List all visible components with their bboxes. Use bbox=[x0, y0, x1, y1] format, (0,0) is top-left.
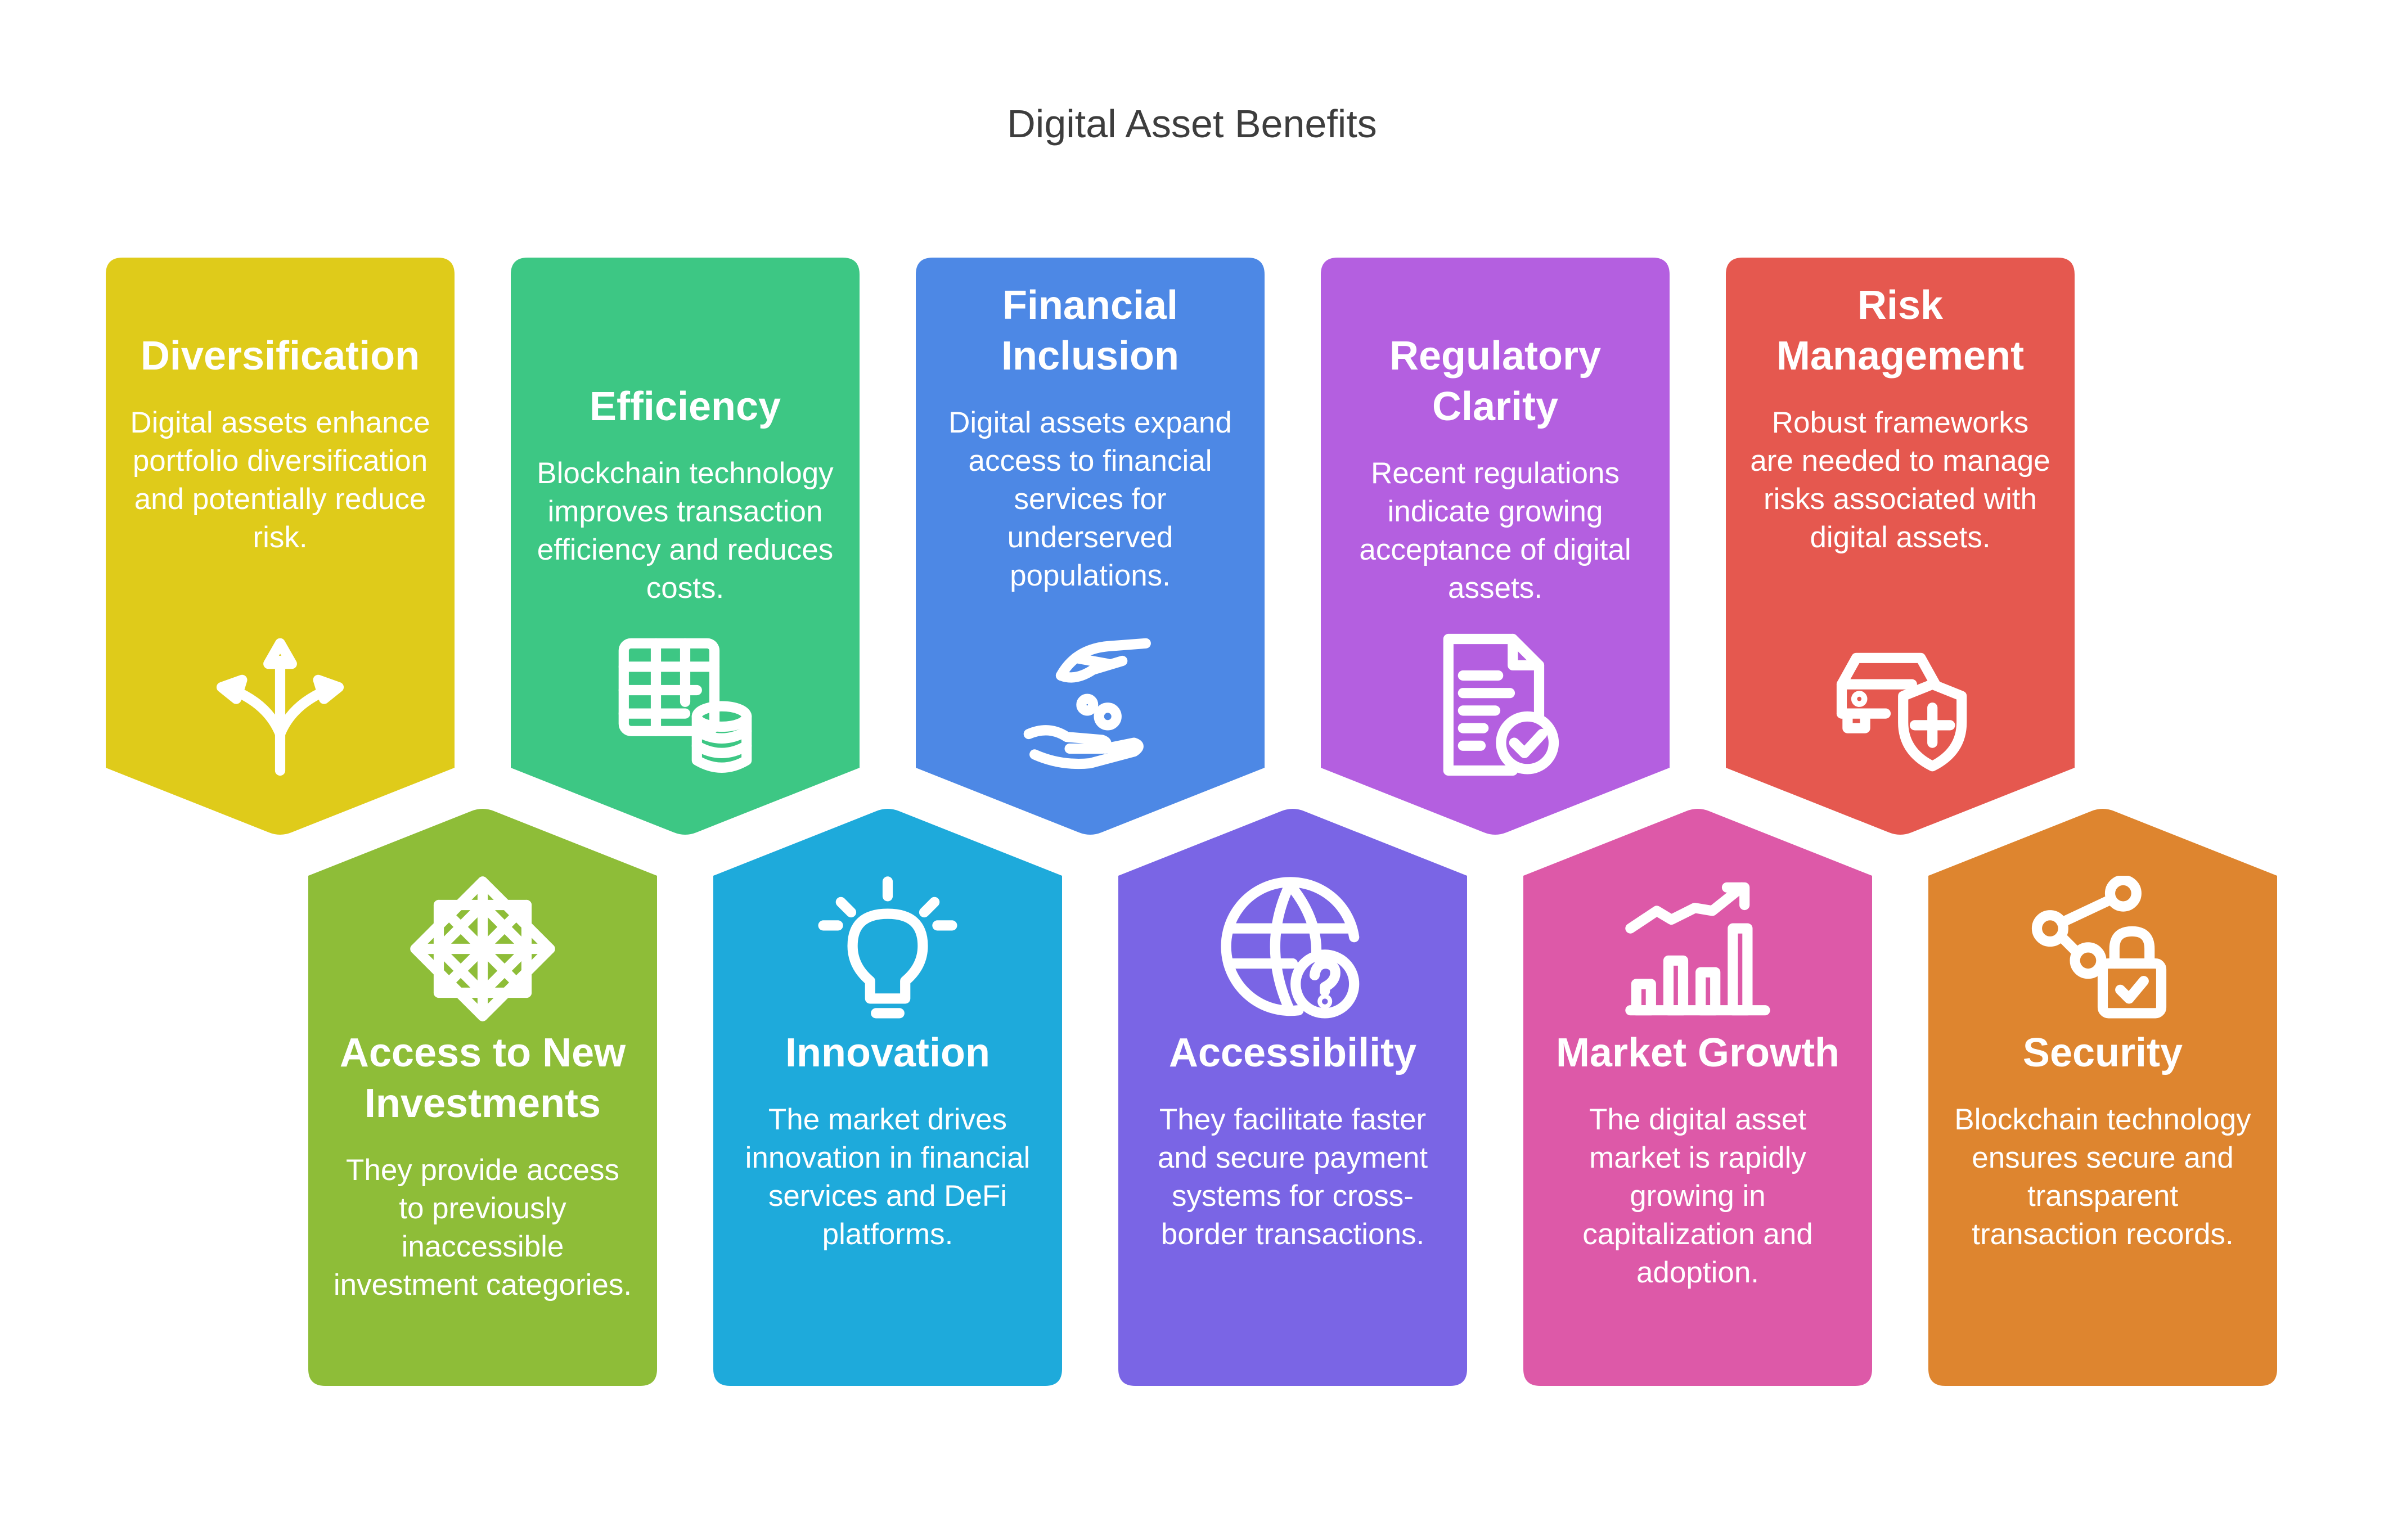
bar-chart-growth-icon bbox=[1625, 876, 1771, 1022]
globe-question-icon bbox=[1220, 876, 1366, 1022]
card-description: They provide access to previously inacce… bbox=[333, 1154, 632, 1302]
card-access-to-new-investments: Access to New Investments They provide a… bbox=[308, 808, 657, 1386]
diverging-arrows-icon bbox=[207, 632, 353, 778]
page-title: Digital Asset Benefits bbox=[1007, 102, 1377, 146]
card-accessibility: Accessibility They facilitate faster and… bbox=[1118, 808, 1467, 1386]
card-description: Robust frameworks are needed to manage r… bbox=[1750, 406, 2050, 554]
card-description: Digital assets enhance portfolio diversi… bbox=[130, 406, 430, 554]
car-shield-icon bbox=[1827, 632, 1973, 778]
share-lock-icon bbox=[2030, 875, 2176, 1022]
card-description: The market drives innovation in financia… bbox=[745, 1103, 1031, 1251]
card-heading: Diversification bbox=[140, 334, 420, 379]
card-heading: Efficiency bbox=[589, 384, 781, 429]
lightbulb-icon bbox=[815, 876, 961, 1022]
card-heading: Risk Management bbox=[1776, 283, 2025, 379]
card-heading: Regulatory Clarity bbox=[1389, 334, 1602, 429]
document-check-icon bbox=[1422, 632, 1568, 778]
card-heading: Accessibility bbox=[1168, 1030, 1417, 1075]
card-innovation: Innovation The market drives innovation … bbox=[713, 808, 1062, 1386]
table-database-icon bbox=[612, 632, 758, 778]
hand-coins-icon bbox=[1017, 632, 1163, 778]
network-pattern-icon bbox=[410, 876, 556, 1022]
card-heading: Innovation bbox=[785, 1030, 990, 1075]
card-heading: Financial Inclusion bbox=[1001, 283, 1180, 379]
card-efficiency: Efficiency Blockchain technology improve… bbox=[511, 258, 860, 835]
card-diversification: Diversification Digital assets enhance p… bbox=[106, 258, 455, 835]
card-regulatory-clarity: Regulatory Clarity Recent regulations in… bbox=[1321, 258, 1670, 835]
card-security: Security Blockchain technology ensures s… bbox=[1928, 808, 2277, 1386]
card-description: The digital asset market is rapidly grow… bbox=[1582, 1103, 1813, 1289]
card-description: Blockchain technology improves transacti… bbox=[537, 457, 834, 605]
card-heading: Market Growth bbox=[1555, 1030, 1840, 1075]
card-description: They facilitate faster and secure paymen… bbox=[1157, 1103, 1428, 1251]
card-description: Digital assets expand access to financia… bbox=[948, 406, 1232, 592]
card-description: Recent regulations indicate growing acce… bbox=[1359, 457, 1631, 605]
card-risk-management: Risk Management Robust frameworks are ne… bbox=[1726, 258, 2075, 835]
card-heading: Security bbox=[2022, 1030, 2183, 1075]
card-description: Blockchain technology ensures secure and… bbox=[1954, 1103, 2251, 1251]
card-market-growth: Market Growth The digital asset market i… bbox=[1523, 808, 1872, 1386]
card-heading: Access to New Investments bbox=[339, 1030, 626, 1126]
card-financial-inclusion: Financial Inclusion Digital assets expan… bbox=[916, 258, 1265, 835]
